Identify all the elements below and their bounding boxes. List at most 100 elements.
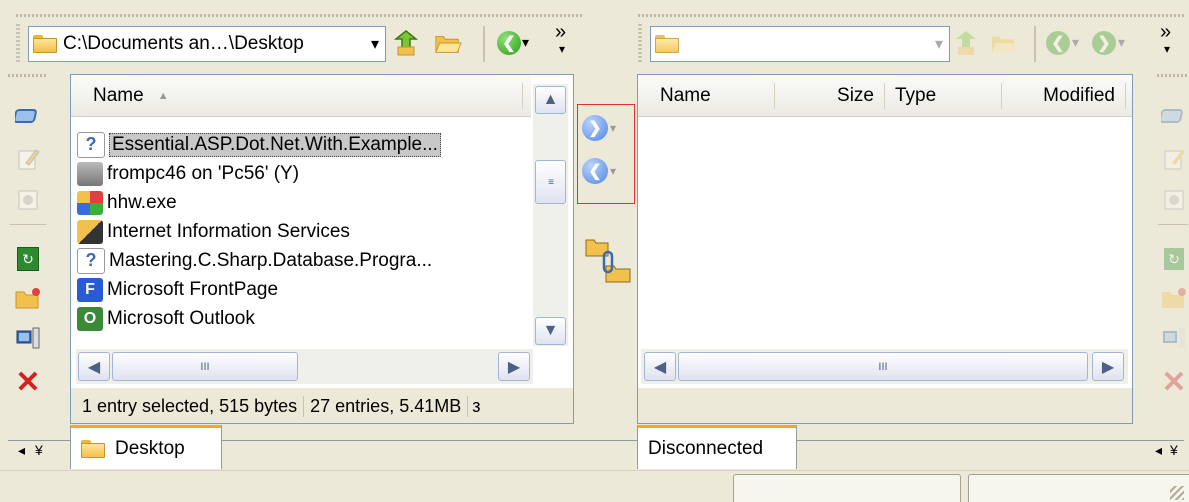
left-file-list[interactable]: Name ▲ ? Essential.ASP.Dot.Net.With.Exam… <box>71 75 573 388</box>
scroll-left-button[interactable]: ◀ <box>78 352 110 381</box>
left-path-combobox[interactable]: C:\Documents an…\Desktop ▾ <box>28 26 386 62</box>
left-toolbar-handle[interactable] <box>16 22 24 62</box>
column-header-label: Name <box>660 84 711 106</box>
left-toolbar-grip[interactable] <box>16 14 582 17</box>
back-arrow-icon: ❮ <box>1044 29 1072 57</box>
tab-list-icon[interactable]: ¥ <box>35 442 43 459</box>
scroll-down-button[interactable]: ▼ <box>535 317 566 345</box>
overflow-chevron-icon: » <box>1160 21 1172 43</box>
rename-icon[interactable] <box>14 102 42 130</box>
copy-left-button[interactable]: ❮ ▾ <box>582 158 616 184</box>
column-header-label: Size <box>837 84 874 106</box>
list-item-label: frompc46 on 'Pc56' (Y) <box>107 162 300 184</box>
left-side-toolbar-grip[interactable] <box>8 74 48 77</box>
tab-desktop[interactable]: Desktop <box>70 425 222 469</box>
tab-scroll-left-icon[interactable]: ◂ <box>18 442 25 459</box>
status-overflow-text: з <box>472 395 481 416</box>
up-folder-icon[interactable] <box>392 29 420 57</box>
copy-right-button[interactable]: ❯ ▾ <box>582 115 616 141</box>
left-tab-scroll-buttons[interactable]: ◂ ¥ <box>18 442 43 459</box>
tab-label: Desktop <box>115 437 185 459</box>
back-dropdown-button: ▾ <box>1072 34 1080 50</box>
list-item-label: Microsoft Outlook <box>107 307 255 329</box>
scroll-thumb[interactable]: ≡ <box>535 160 566 204</box>
tab-disconnected[interactable]: Disconnected <box>637 425 797 469</box>
back-arrow-icon[interactable]: ❮ <box>495 29 523 57</box>
left-vertical-scrollbar[interactable] <box>533 84 568 346</box>
back-dropdown-button[interactable]: ▾ <box>522 34 529 51</box>
chevron-down-icon: ▾ <box>610 121 617 135</box>
column-header-name[interactable]: Name <box>650 82 775 109</box>
folder-icon <box>655 35 679 53</box>
edit-icon <box>1160 145 1188 173</box>
frontpage-icon: F <box>77 277 103 302</box>
right-tab-scroll-buttons[interactable]: ◂ ¥ <box>1155 442 1178 459</box>
view-icon <box>1160 186 1188 214</box>
left-toolbar-overflow-arrow[interactable]: ▾ <box>559 42 565 56</box>
list-item-label: Internet Information Services <box>107 220 350 242</box>
right-file-list[interactable]: Name Size Type Modified <box>638 75 1132 388</box>
list-item[interactable]: O Microsoft Outlook <box>71 304 531 333</box>
column-header-name[interactable]: Name ▲ <box>83 82 523 109</box>
column-header-label: Type <box>895 84 937 106</box>
right-list-header: Name Size Type Modified <box>638 75 1132 117</box>
resize-grip-icon[interactable] <box>1170 486 1184 500</box>
scroll-right-button[interactable]: ▶ <box>498 352 530 381</box>
left-list-body: ? Essential.ASP.Dot.Net.With.Example... … <box>71 117 531 360</box>
properties-icon[interactable] <box>14 324 42 352</box>
column-header-label: Name <box>93 84 144 106</box>
column-header-size[interactable]: Size <box>775 82 885 109</box>
unknown-file-icon: ? <box>77 131 105 158</box>
delete-icon[interactable]: ✕ <box>14 366 42 399</box>
horizontal-scroll-thumb[interactable]: III <box>112 352 298 381</box>
right-toolbar-overflow-arrow[interactable]: ▾ <box>1164 42 1170 56</box>
right-path-combobox[interactable]: ▾ <box>650 26 950 62</box>
list-item[interactable]: ? Essential.ASP.Dot.Net.With.Example... <box>71 130 531 159</box>
tab-scroll-left-icon[interactable]: ◂ <box>1155 442 1162 459</box>
iis-icon <box>77 219 103 244</box>
left-toolbar-overflow-button[interactable]: » <box>555 22 566 42</box>
unknown-file-icon: ? <box>77 247 105 274</box>
right-toolbar-handle[interactable] <box>638 22 646 62</box>
status-panel <box>968 474 1189 502</box>
column-header-label: Modified <box>1043 84 1115 106</box>
status-bar-divider <box>0 470 1189 471</box>
toolbar-separator <box>1158 224 1188 225</box>
horizontal-scroll-thumb[interactable]: III <box>678 352 1088 381</box>
right-toolbar-grip[interactable] <box>638 14 1184 17</box>
list-item[interactable]: hhw.exe <box>71 188 531 217</box>
overflow-chevron-icon: » <box>555 21 567 43</box>
list-item[interactable]: frompc46 on 'Pc56' (Y) <box>71 159 531 188</box>
refresh-icon[interactable]: ↻ <box>14 245 42 273</box>
open-folder-icon[interactable] <box>434 29 462 57</box>
list-item[interactable]: Internet Information Services <box>71 217 531 246</box>
list-item-label: Essential.ASP.Dot.Net.With.Example... <box>109 132 441 157</box>
new-folder-icon[interactable] <box>14 284 42 312</box>
left-list-header: Name ▲ <box>71 75 531 117</box>
list-item[interactable]: F Microsoft FrontPage <box>71 275 531 304</box>
column-header-type[interactable]: Type <box>885 82 1002 109</box>
forward-dropdown-button: ▾ <box>1118 34 1126 50</box>
right-path-dropdown-button[interactable]: ▾ <box>929 27 949 61</box>
tab-list-icon[interactable]: ¥ <box>1170 442 1178 459</box>
open-folder-icon <box>990 29 1018 57</box>
link-folders-icon[interactable] <box>584 236 634 286</box>
left-path-dropdown-button[interactable]: ▾ <box>365 27 385 61</box>
right-toolbar-overflow-button[interactable]: » <box>1160 22 1171 42</box>
right-side-toolbar-grip[interactable] <box>1157 74 1187 77</box>
new-folder-icon <box>1160 284 1188 312</box>
status-panel <box>733 474 961 502</box>
refresh-icon: ↻ <box>1160 245 1188 273</box>
column-header-modified[interactable]: Modified <box>1002 82 1126 109</box>
scroll-right-button[interactable]: ▶ <box>1092 352 1124 381</box>
folder-icon <box>33 35 57 53</box>
left-path-text: C:\Documents an…\Desktop <box>63 33 304 54</box>
left-status-bar: 1 entry selected, 515 bytes 27 entries, … <box>76 390 570 422</box>
status-entries-text: 27 entries, 5.41MB <box>304 395 469 417</box>
scroll-left-button[interactable]: ◀ <box>644 352 676 381</box>
list-item[interactable]: ? Mastering.C.Sharp.Database.Progra... <box>71 246 531 275</box>
toolbar-separator <box>1034 26 1036 62</box>
scroll-up-button[interactable]: ▲ <box>535 86 566 114</box>
chevron-down-icon: ▾ <box>610 164 617 178</box>
list-item-label: Mastering.C.Sharp.Database.Progra... <box>109 249 433 271</box>
